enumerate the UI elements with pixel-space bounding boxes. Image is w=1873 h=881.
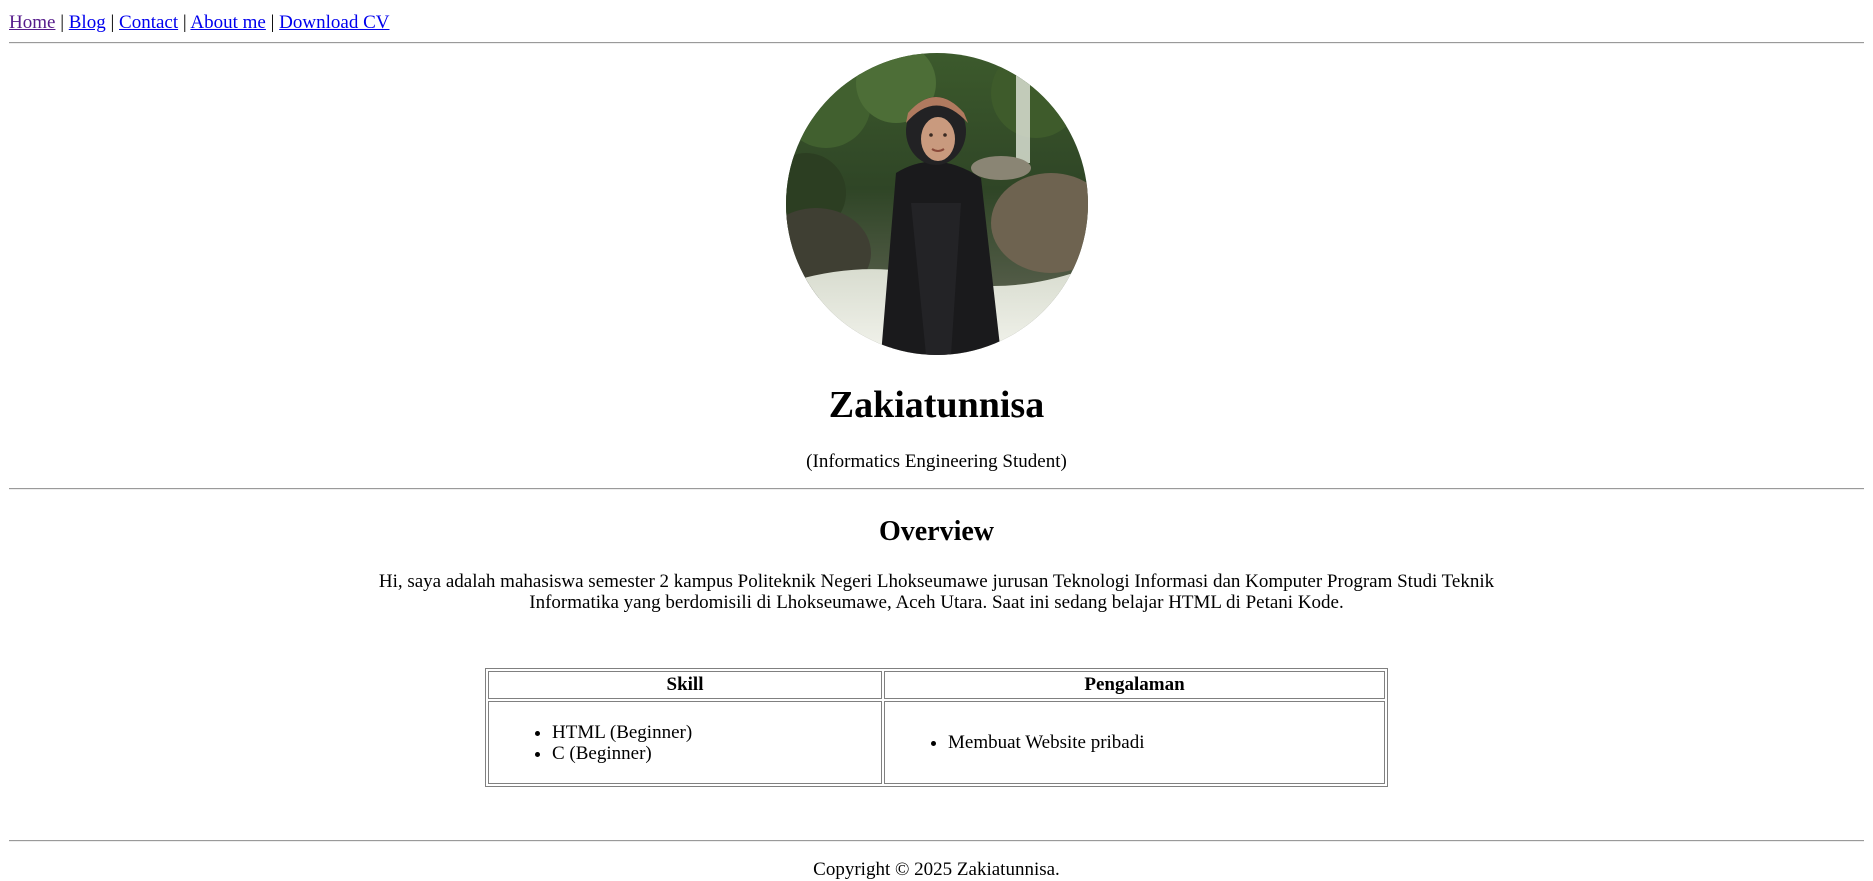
list-item: Membuat Website pribadi [948,732,1383,753]
overview-text: Hi, saya adalah mahasiswa semester 2 kam… [378,571,1495,613]
nav-link-blog[interactable]: Blog [69,12,106,33]
table-header-pengalaman: Pengalaman [884,671,1385,699]
nav-separator: | [60,12,64,33]
nav-link-download-cv[interactable]: Download CV [279,12,389,33]
divider [9,42,1864,44]
footer-copyright: Copyright © 2025 Zakiatunnisa. [813,859,1060,880]
table-header-skill: Skill [488,671,882,699]
skill-cell: HTML (Beginner) C (Beginner) [488,701,882,784]
divider [9,488,1864,490]
profile-photo [785,53,1088,355]
divider [9,840,1864,842]
nav-separator: | [270,12,275,33]
overview-heading: Overview [878,516,995,547]
table-row: HTML (Beginner) C (Beginner) Membuat Web… [488,701,1385,784]
profile-subtitle: (Informatics Engineering Student) [806,451,1067,472]
top-nav: Home | Blog | Contact | About me | Downl… [9,0,1864,34]
nav-separator: | [182,12,187,33]
profile-name: Zakiatunnisa [828,384,1045,426]
skill-list: HTML (Beginner) C (Beginner) [490,722,880,764]
experience-list: Membuat Website pribadi [886,732,1383,753]
nav-link-home[interactable]: Home [9,12,55,33]
list-item: HTML (Beginner) [552,722,880,743]
page: Home | Blog | Contact | About me | Downl… [0,0,1873,880]
nav-separator: | [110,12,115,33]
profile-photo-container [9,53,1864,355]
skill-experience-table: Skill Pengalaman HTML (Beginner) C (Begi… [485,668,1388,787]
table-header-row: Skill Pengalaman [488,671,1385,699]
nav-link-about-me[interactable]: About me [190,12,265,33]
list-item: C (Beginner) [552,743,880,764]
nav-link-contact[interactable]: Contact [119,12,178,33]
experience-cell: Membuat Website pribadi [884,701,1385,784]
